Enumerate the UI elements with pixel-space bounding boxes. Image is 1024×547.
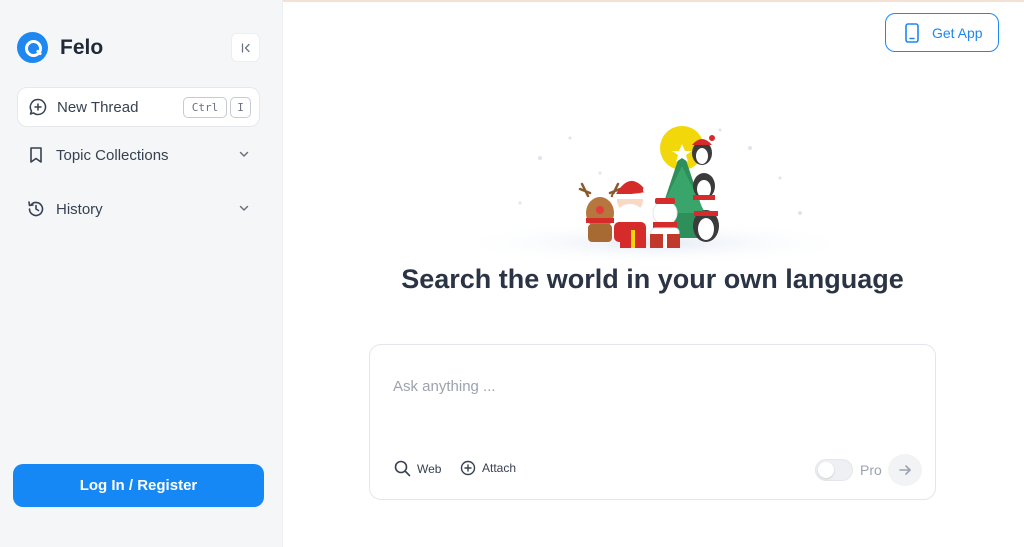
history-icon [28,201,44,217]
new-thread-button[interactable]: New Thread Ctrl I [17,87,260,127]
brand[interactable]: Felo [17,32,103,63]
chevron-down-icon[interactable] [238,148,250,160]
sidebar-item-topic-collections[interactable]: Topic Collections [17,136,260,174]
collapse-left-icon [241,42,250,53]
bookmark-icon [30,147,42,163]
attach-label: Attach [482,461,517,475]
web-label: Web [417,461,442,476]
login-register-button[interactable]: Log In / Register [13,464,264,507]
page-headline: Search the world in your own language [401,264,904,294]
get-app-label: Get App [932,24,983,41]
phone-icon [905,22,919,43]
new-thread-label: New Thread [57,98,139,116]
get-app-button[interactable]: Get App [885,13,999,52]
pro-label: Pro [860,462,882,478]
brand-name: Felo [60,35,104,59]
pro-toggle[interactable] [815,459,853,481]
sidebar-item-label: Topic Collections [56,146,169,164]
sidebar-item-history[interactable]: History [17,190,260,228]
plus-circle-icon [460,460,476,476]
chevron-down-icon[interactable] [238,202,250,214]
search-icon [394,460,411,477]
new-thread-icon [29,98,47,116]
shortcut-key-i: I [230,97,251,118]
send-button[interactable] [888,454,922,486]
search-input[interactable] [393,375,913,397]
holiday-illustration [450,126,860,265]
search-box: Web Attach Pro [369,344,936,500]
felo-logo-icon [17,32,48,63]
sidebar-item-label: History [56,200,103,218]
collapse-sidebar-button[interactable] [231,33,260,62]
sidebar: Felo New Thread Ctrl I Topic Collections [0,0,283,547]
shortcut-key-ctrl: Ctrl [183,97,227,118]
attach-button[interactable]: Attach [460,460,516,476]
web-source-button[interactable]: Web [394,460,441,477]
arrow-right-icon [899,465,911,475]
